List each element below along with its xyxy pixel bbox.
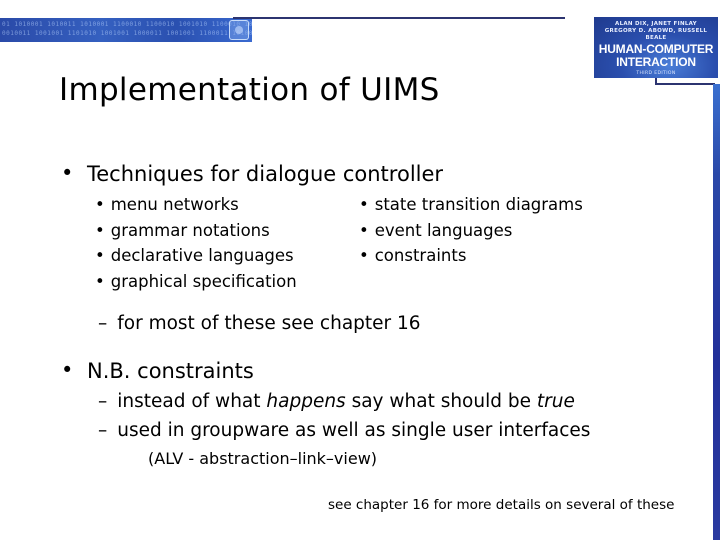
cover-divider [655,83,715,85]
sub-item-text: graphical specification [110,272,297,291]
dash-item: – instead of what happens say what should… [98,391,575,413]
footer-note: see chapter 16 for more details on sever… [328,497,675,513]
bullet-icon: • [61,358,74,382]
top-divider [233,17,565,19]
book-authors: ALAN DIX, JANET FINLAY GREGORY D. ABOWD,… [594,21,718,42]
dash-icon: – [98,313,108,334]
sub-item: • declarative languages [95,246,294,266]
dash-item-text: say what should be [345,391,537,412]
sub-item: • graphical specification [95,272,297,292]
banner-binary-pattern: 01 1010001 1010011 1010001 1100010 11000… [2,20,252,38]
dash-item-text: for most of these see chapter 16 [117,313,421,334]
sub-item: • menu networks [95,195,239,215]
sub-item: • constraints [359,246,466,266]
book-title-line-2: INTERACTION [616,55,696,69]
emphasis-happens: happens [266,391,346,412]
binary-row: 0010011 1001001 1101010 1001001 1000011 … [2,30,252,37]
bullet-icon: • [61,161,74,185]
chip-icon [229,20,249,40]
alv-note: (ALV - abstraction–link–view) [148,449,378,468]
small-bullet-icon: • [359,195,369,214]
dash-item: – used in groupware as well as single use… [98,420,590,442]
sub-item: • event languages [359,221,512,241]
authors-line-1: ALAN DIX, JANET FINLAY [615,21,697,27]
small-bullet-icon: • [95,195,105,214]
slide-title: Implementation of UIMS [59,72,440,108]
bullet-text: N.B. constraints [87,359,254,383]
dash-icon: – [98,420,108,441]
right-edge-strip [713,84,720,540]
sub-item-text: menu networks [110,195,239,214]
sub-item-text: state transition diagrams [374,195,583,214]
small-bullet-icon: • [95,272,105,291]
sub-item: • state transition diagrams [359,195,583,215]
book-edition: THIRD EDITION [636,71,676,76]
header-banner: 01 1010001 1010011 1010001 1100010 11000… [0,18,252,42]
sub-item-text: declarative languages [110,246,294,265]
sub-item-text: grammar notations [110,221,270,240]
sub-item: • grammar notations [95,221,270,241]
emphasis-true: true [536,391,575,412]
dash-icon: – [98,391,108,412]
small-bullet-icon: • [359,221,369,240]
small-bullet-icon: • [359,246,369,265]
dash-item-text: instead of what [117,391,267,412]
bullet-techniques: • Techniques for dialogue controller [61,161,444,186]
dash-item: – for most of these see chapter 16 [98,313,421,335]
small-bullet-icon: • [95,246,105,265]
book-title: HUMAN-COMPUTER INTERACTION [594,43,718,69]
bullet-nb-constraints: • N.B. constraints [61,358,254,383]
book-cover: ALAN DIX, JANET FINLAY GREGORY D. ABOWD,… [594,17,718,78]
sub-item-text: event languages [374,221,513,240]
bullet-text: Techniques for dialogue controller [87,162,444,186]
small-bullet-icon: • [95,221,105,240]
sub-item-text: constraints [374,246,467,265]
authors-line-2: GREGORY D. ABOWD, RUSSELL BEALE [604,28,708,41]
binary-row: 01 1010001 1010011 1010001 1100010 11000… [2,21,252,28]
dash-item-text: used in groupware as well as single user… [117,420,591,441]
